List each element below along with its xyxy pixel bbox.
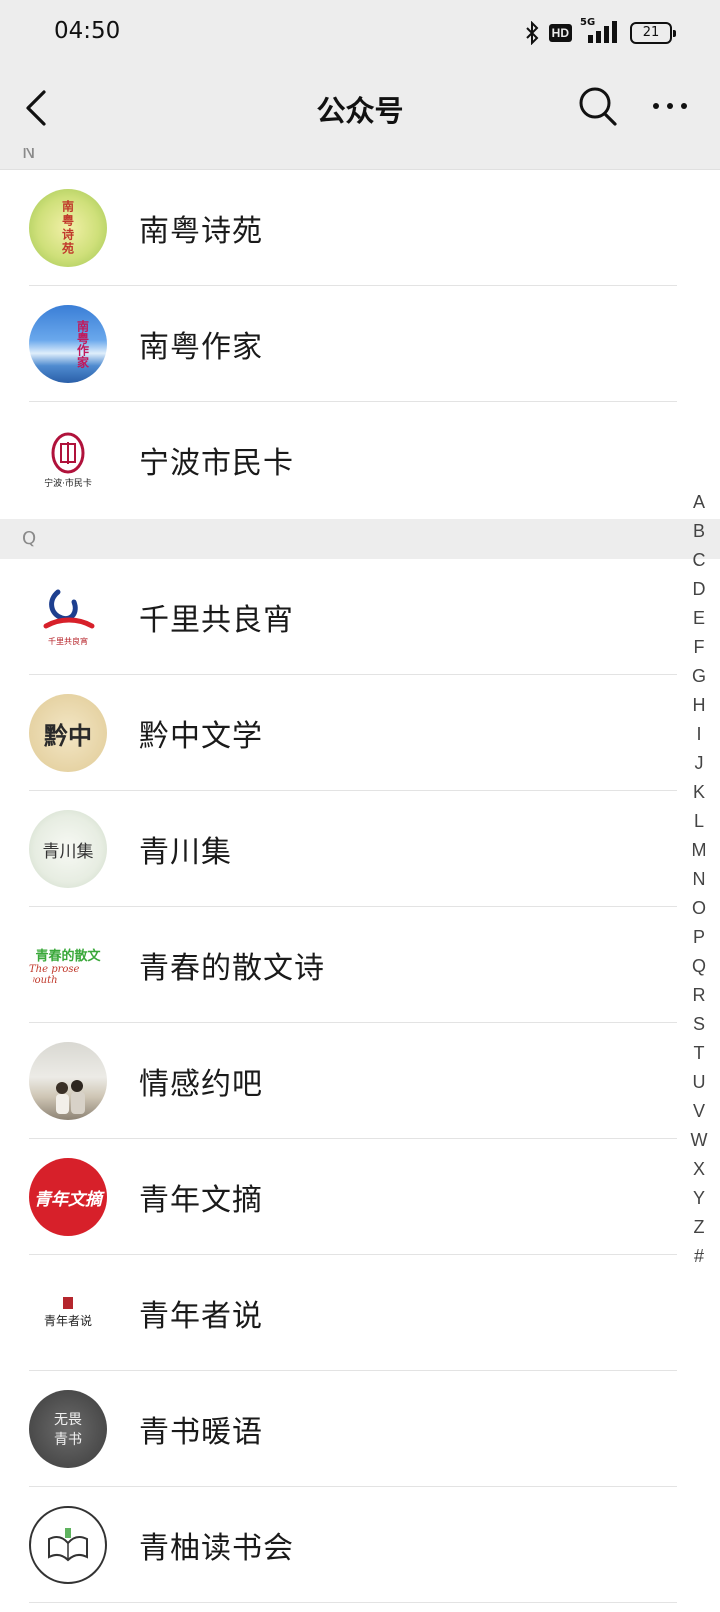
list-item[interactable]: 黔中 黔中文学 <box>0 675 690 791</box>
index-letter[interactable]: K <box>684 778 714 807</box>
avatar-qingshu: 无畏 青书 <box>29 1390 107 1468</box>
ningbo-logo-icon <box>51 432 85 473</box>
network-type: 5G <box>580 17 596 28</box>
list-item[interactable]: 青年文摘 青年文摘 <box>0 1139 690 1255</box>
index-letter[interactable]: S <box>684 1010 714 1039</box>
account-name: 青年文摘 <box>139 1183 263 1218</box>
status-time: 04:50 <box>54 18 121 44</box>
list-item[interactable]: 宁波·市民卡 宁波市民卡 <box>0 402 690 518</box>
avatar-text: 青年文摘 <box>34 1189 102 1210</box>
index-letter[interactable]: E <box>684 604 714 633</box>
account-name: 青川集 <box>139 835 232 870</box>
index-letter[interactable]: L <box>684 807 714 836</box>
list-item[interactable]: 青柚读书会 <box>0 1487 690 1603</box>
avatar-subtext: 青书 <box>54 1432 82 1448</box>
avatar-qinggan <box>29 1042 107 1120</box>
avatar-ningbo: 宁波·市民卡 <box>29 421 107 499</box>
more-icon[interactable] <box>650 94 690 118</box>
list-item[interactable]: 南粤作家 南粤作家 <box>0 286 690 402</box>
bluetooth-icon <box>525 21 539 45</box>
index-letter[interactable]: Q <box>684 952 714 981</box>
qianli-logo-icon <box>43 589 95 628</box>
index-letter[interactable]: F <box>684 633 714 662</box>
account-name: 情感约吧 <box>139 1067 263 1102</box>
avatar-qingchuan: 青川集 <box>29 810 107 888</box>
list-item[interactable]: 南粤诗苑 南粤诗苑 <box>0 170 690 286</box>
avatar-qingnian-wenzhai: 青年文摘 <box>29 1158 107 1236</box>
account-name: 青春的散文诗 <box>139 951 325 986</box>
avatar-text: 无畏 <box>54 1412 82 1428</box>
account-name: 黔中文学 <box>139 719 263 754</box>
nav-bar: 公众号 <box>0 64 720 152</box>
index-letter[interactable]: T <box>684 1039 714 1068</box>
avatar-text: 青春的散文 <box>35 948 101 964</box>
couple-photo-icon <box>56 1080 85 1114</box>
account-name: 南粤诗苑 <box>139 214 263 249</box>
section-header-n: N <box>0 148 720 170</box>
avatar-qingyou <box>29 1506 107 1584</box>
avatar-text: 青年者说 <box>43 1314 92 1328</box>
index-letter[interactable]: I <box>684 720 714 749</box>
avatar-text: 黔中 <box>44 720 92 750</box>
hd-badge: HD <box>548 24 572 42</box>
list-item[interactable]: 千里共良宵 千里共良宵 <box>0 559 690 675</box>
avatar-nanyue-zuojia: 南粤作家 <box>29 305 107 383</box>
list-item[interactable]: 青川集 青川集 <box>0 791 690 907</box>
battery-level: 21 <box>642 25 660 40</box>
index-letter[interactable]: X <box>684 1155 714 1184</box>
avatar-nanyue-shiyuan: 南粤诗苑 <box>29 189 107 267</box>
open-book-icon <box>48 1528 88 1562</box>
index-letter[interactable]: A <box>684 488 714 517</box>
list-item[interactable]: 情感约吧 <box>0 1023 690 1139</box>
section-letter: Q <box>22 528 37 549</box>
account-name: 宁波市民卡 <box>139 446 294 481</box>
list-item[interactable]: 无畏 青书 青书暖语 <box>0 1371 690 1487</box>
list-item[interactable]: 青春的散文 The prose youth 青春的散文诗 <box>0 907 690 1023</box>
avatar-qianzhong: 黔中 <box>29 694 107 772</box>
section-letter: N <box>22 148 36 163</box>
seal-icon <box>63 1297 73 1309</box>
avatar-subtext: The prose youth <box>29 963 80 986</box>
avatar-text: 青川集 <box>42 841 94 862</box>
index-letter[interactable]: C <box>684 546 714 575</box>
index-letter[interactable]: M <box>684 836 714 865</box>
alphabet-index-bar[interactable]: A B C D E F G H I J K L M N O P Q R S T U V W X Y Z # <box>684 488 714 1271</box>
index-letter[interactable]: N <box>684 865 714 894</box>
index-letter[interactable]: V <box>684 1097 714 1126</box>
list-item[interactable]: 青年者说 青年者说 <box>0 1255 690 1371</box>
status-bar: 04:50 HD 5G 21 <box>0 0 720 64</box>
index-letter[interactable]: O <box>684 894 714 923</box>
index-letter[interactable]: J <box>684 749 714 778</box>
avatar-text: 千里共良宵 <box>48 636 88 646</box>
battery-icon: 21 <box>630 22 676 44</box>
avatar-text: 南粤诗苑 <box>60 200 75 256</box>
signal-icon: 5G <box>580 17 620 45</box>
divider <box>29 1602 677 1603</box>
index-letter[interactable]: Y <box>684 1184 714 1213</box>
avatar-qianli: 千里共良宵 <box>29 578 107 656</box>
index-letter[interactable]: B <box>684 517 714 546</box>
index-letter[interactable]: H <box>684 691 714 720</box>
avatar-qingnian-zheshuo: 青年者说 <box>29 1274 107 1352</box>
avatar-qingchun: 青春的散文 The prose youth <box>29 926 107 1004</box>
index-letter[interactable]: P <box>684 923 714 952</box>
account-name: 千里共良宵 <box>139 603 294 638</box>
section-header-q: Q <box>0 519 720 559</box>
index-letter[interactable]: Z <box>684 1213 714 1242</box>
index-letter[interactable]: D <box>684 575 714 604</box>
account-name: 青书暖语 <box>139 1415 263 1450</box>
index-letter[interactable]: G <box>684 662 714 691</box>
account-name: 青柚读书会 <box>139 1531 294 1566</box>
status-icons: HD 5G 21 <box>525 17 676 46</box>
account-name: 南粤作家 <box>139 330 263 365</box>
index-letter[interactable]: # <box>684 1242 714 1271</box>
avatar-text: 宁波·市民卡 <box>44 478 92 489</box>
search-icon[interactable] <box>578 86 618 128</box>
index-letter[interactable]: R <box>684 981 714 1010</box>
index-letter[interactable]: W <box>684 1126 714 1155</box>
account-name: 青年者说 <box>139 1299 263 1334</box>
index-letter[interactable]: U <box>684 1068 714 1097</box>
avatar-text: 南粤作家 <box>75 320 90 368</box>
